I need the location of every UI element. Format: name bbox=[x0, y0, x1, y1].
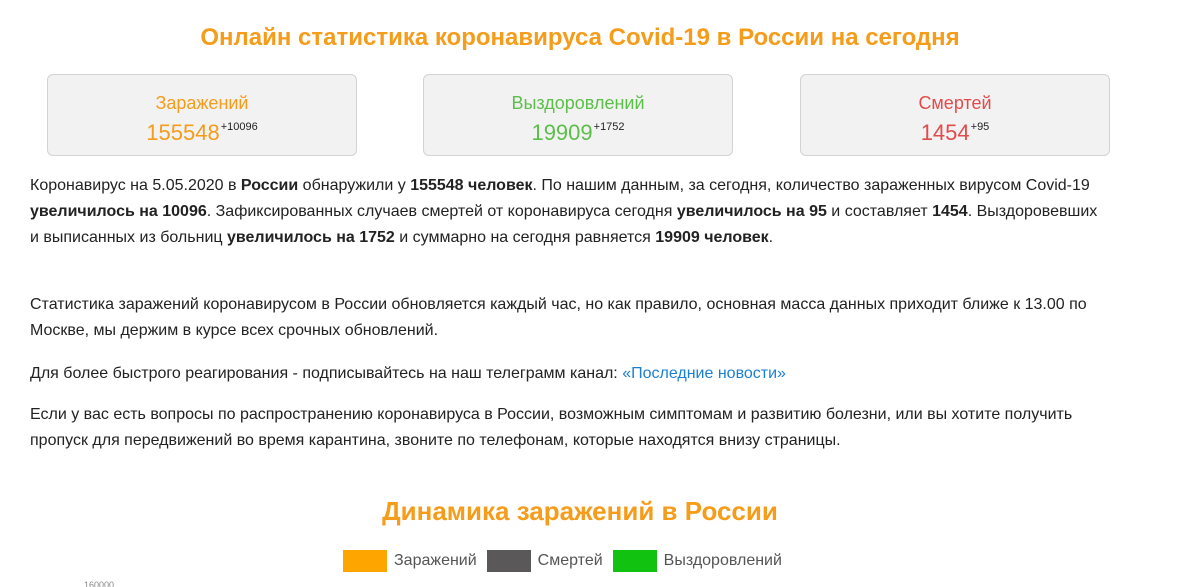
summary-text-8: . bbox=[768, 229, 774, 246]
legend-swatch-recovered bbox=[612, 550, 657, 572]
legend-item-infected[interactable]: Заражений bbox=[343, 550, 477, 572]
telegram-paragraph: Для более быстрого реагирования - подпис… bbox=[30, 361, 1110, 387]
summary-text-1: Коронавирус на 5.05.2020 в bbox=[30, 177, 241, 194]
recovered-value-line: 19909+1752 bbox=[424, 114, 732, 146]
legend-label-deaths: Смертей bbox=[537, 552, 603, 569]
summary-text-2: обнаружили у bbox=[298, 177, 411, 194]
summary-text-7: и суммарно на сегодня равняется bbox=[394, 229, 656, 246]
legend-item-recovered[interactable]: Выздоровлений bbox=[612, 550, 782, 572]
infected-value: 155548 bbox=[146, 120, 220, 145]
legend-label-infected: Заражений bbox=[394, 552, 477, 569]
recovered-card: Выздоровлений 19909+1752 bbox=[423, 74, 733, 156]
summary-infected-count: 155548 человек bbox=[410, 177, 533, 194]
summary-country: России bbox=[240, 177, 299, 194]
legend-item-deaths[interactable]: Смертей bbox=[486, 550, 603, 572]
deaths-value-line: 1454+95 bbox=[801, 114, 1109, 146]
summary-deaths-delta: увеличилось на 95 bbox=[676, 203, 827, 220]
summary-text-5: и составляет bbox=[826, 203, 933, 220]
update-info-paragraph: Статистика заражений коронавирусом в Рос… bbox=[30, 296, 1087, 339]
deaths-label: Смертей bbox=[918, 93, 992, 113]
summary-paragraph: Коронавирус на 5.05.2020 в России обнару… bbox=[30, 173, 1110, 251]
summary-text-3: . По нашим данным, за сегодня, количеств… bbox=[532, 177, 1090, 194]
summary-recovered-delta: увеличилось на 1752 bbox=[226, 229, 395, 246]
page: Онлайн статистика коронавируса Covid-19 … bbox=[0, 0, 1200, 587]
summary-text-4: . Зафиксированных случаев смертей от кор… bbox=[206, 203, 677, 220]
legend-label-recovered: Выздоровлений bbox=[663, 552, 782, 569]
legend-swatch-deaths bbox=[486, 550, 531, 572]
recovered-delta: +1752 bbox=[593, 121, 625, 133]
latest-news-link[interactable]: «Последние новости» bbox=[622, 365, 786, 382]
recovered-value: 19909 bbox=[531, 120, 593, 145]
questions-paragraph: Если у вас есть вопросы по распространен… bbox=[30, 406, 1073, 449]
chart-axis-top-tick: 160000 bbox=[84, 580, 115, 587]
summary-infected-delta: увеличилось на 10096 bbox=[30, 203, 207, 220]
recovered-label: Выздоровлений bbox=[511, 93, 645, 113]
chart-legend: Заражений Смертей Выздоровлений bbox=[343, 549, 792, 573]
infected-value-line: 155548+10096 bbox=[48, 114, 356, 146]
deaths-delta: +95 bbox=[970, 121, 990, 133]
infected-card: Заражений 155548+10096 bbox=[47, 74, 357, 156]
telegram-text: Для более быстрого реагирования - подпис… bbox=[30, 365, 623, 382]
deaths-card: Смертей 1454+95 bbox=[800, 74, 1110, 156]
chart-title: Динамика заражений в России bbox=[382, 496, 778, 526]
summary-deaths-count: 1454 bbox=[932, 203, 968, 220]
legend-swatch-infected bbox=[343, 550, 387, 572]
summary-recovered-count: 19909 человек bbox=[655, 229, 769, 246]
infected-label: Заражений bbox=[155, 93, 249, 113]
deaths-value: 1454 bbox=[920, 120, 970, 145]
page-title: Онлайн статистика коронавируса Covid-19 … bbox=[200, 24, 960, 51]
infected-delta: +10096 bbox=[220, 121, 258, 133]
